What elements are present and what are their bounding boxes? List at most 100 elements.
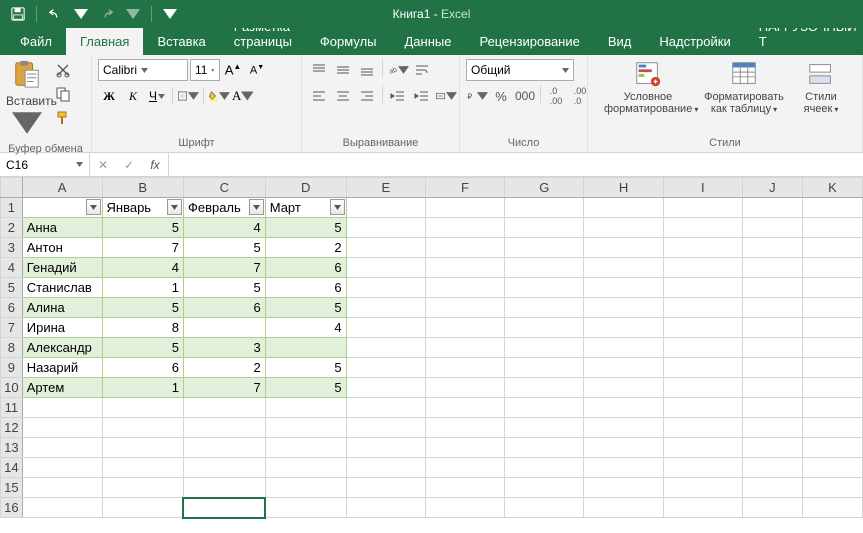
cell-F16[interactable]	[425, 498, 504, 518]
format-as-table-button[interactable]: Форматировать как таблицу▾	[700, 59, 788, 115]
conditional-formatting-button[interactable]: Условное форматирование▾	[604, 59, 692, 115]
col-header-E[interactable]: E	[346, 178, 425, 198]
cell-J4[interactable]	[742, 258, 802, 278]
cell-F15[interactable]	[425, 478, 504, 498]
cell-D3[interactable]: 2	[265, 238, 346, 258]
cell-K4[interactable]	[802, 258, 862, 278]
cell-J1[interactable]	[742, 198, 802, 218]
cell-D15[interactable]	[265, 478, 346, 498]
cell-A7[interactable]: Ирина	[22, 318, 102, 338]
font-name-combo[interactable]: Calibri	[98, 59, 188, 81]
cell-H14[interactable]	[584, 458, 663, 478]
cell-B15[interactable]	[102, 478, 183, 498]
cell-A2[interactable]: Анна	[22, 218, 102, 238]
cell-E12[interactable]	[346, 418, 425, 438]
tab-рецензирование[interactable]: Рецензирование	[465, 28, 593, 55]
cell-C5[interactable]: 5	[183, 278, 265, 298]
font-color-icon[interactable]: A	[232, 85, 254, 107]
cell-E16[interactable]	[346, 498, 425, 518]
cell-H11[interactable]	[584, 398, 663, 418]
cell-I9[interactable]	[663, 358, 742, 378]
cell-C10[interactable]: 7	[183, 378, 265, 398]
cell-C15[interactable]	[183, 478, 265, 498]
row-header-15[interactable]: 15	[1, 478, 23, 498]
cell-F12[interactable]	[425, 418, 504, 438]
cell-H5[interactable]	[584, 278, 663, 298]
cell-I1[interactable]	[663, 198, 742, 218]
cell-B13[interactable]	[102, 438, 183, 458]
cell-D6[interactable]: 5	[265, 298, 346, 318]
cell-J9[interactable]	[742, 358, 802, 378]
formula-bar-input[interactable]	[169, 153, 863, 176]
cell-E3[interactable]	[346, 238, 425, 258]
row-header-8[interactable]: 8	[1, 338, 23, 358]
cell-G10[interactable]	[505, 378, 584, 398]
cell-H15[interactable]	[584, 478, 663, 498]
cell-E14[interactable]	[346, 458, 425, 478]
cell-F14[interactable]	[425, 458, 504, 478]
row-header-1[interactable]: 1	[1, 198, 23, 218]
number-format-combo[interactable]: Общий	[466, 59, 574, 81]
row-header-7[interactable]: 7	[1, 318, 23, 338]
undo-icon[interactable]	[45, 4, 65, 24]
cell-J14[interactable]	[742, 458, 802, 478]
cell-A12[interactable]	[22, 418, 102, 438]
cell-C6[interactable]: 6	[183, 298, 265, 318]
cell-F9[interactable]	[425, 358, 504, 378]
fill-color-icon[interactable]	[208, 85, 230, 107]
decrease-font-icon[interactable]: A▼	[246, 59, 268, 81]
cell-I14[interactable]	[663, 458, 742, 478]
cell-B6[interactable]: 5	[102, 298, 183, 318]
cell-C1[interactable]: Февраль	[183, 198, 265, 218]
cell-I11[interactable]	[663, 398, 742, 418]
cell-K3[interactable]	[802, 238, 862, 258]
border-icon[interactable]	[177, 85, 199, 107]
cell-C4[interactable]: 7	[183, 258, 265, 278]
cell-G5[interactable]	[505, 278, 584, 298]
cell-K14[interactable]	[802, 458, 862, 478]
tab-файл[interactable]: Файл	[6, 28, 66, 55]
cell-H7[interactable]	[584, 318, 663, 338]
cell-E2[interactable]	[346, 218, 425, 238]
cell-I13[interactable]	[663, 438, 742, 458]
wrap-text-icon[interactable]	[411, 59, 433, 81]
cell-H9[interactable]	[584, 358, 663, 378]
cell-K13[interactable]	[802, 438, 862, 458]
cell-A6[interactable]: Алина	[22, 298, 102, 318]
cell-K9[interactable]	[802, 358, 862, 378]
cell-K8[interactable]	[802, 338, 862, 358]
col-header-F[interactable]: F	[425, 178, 504, 198]
cell-D4[interactable]: 6	[265, 258, 346, 278]
cell-B3[interactable]: 7	[102, 238, 183, 258]
cell-A13[interactable]	[22, 438, 102, 458]
align-right-icon[interactable]	[356, 85, 378, 107]
col-header-I[interactable]: I	[663, 178, 742, 198]
col-header-C[interactable]: C	[183, 178, 265, 198]
cell-F13[interactable]	[425, 438, 504, 458]
cell-I2[interactable]	[663, 218, 742, 238]
cell-D11[interactable]	[265, 398, 346, 418]
cell-C7[interactable]	[183, 318, 265, 338]
cell-G1[interactable]	[505, 198, 584, 218]
save-icon[interactable]	[8, 4, 28, 24]
cell-C2[interactable]: 4	[183, 218, 265, 238]
row-header-2[interactable]: 2	[1, 218, 23, 238]
tab-данные[interactable]: Данные	[391, 28, 466, 55]
cell-J5[interactable]	[742, 278, 802, 298]
cell-B5[interactable]: 1	[102, 278, 183, 298]
cell-J15[interactable]	[742, 478, 802, 498]
cell-C14[interactable]	[183, 458, 265, 478]
increase-indent-icon[interactable]	[411, 85, 433, 107]
cell-K7[interactable]	[802, 318, 862, 338]
cell-G14[interactable]	[505, 458, 584, 478]
cell-G2[interactable]	[505, 218, 584, 238]
align-center-icon[interactable]	[332, 85, 354, 107]
cell-E7[interactable]	[346, 318, 425, 338]
cell-G13[interactable]	[505, 438, 584, 458]
cell-H2[interactable]	[584, 218, 663, 238]
copy-icon[interactable]	[52, 83, 74, 105]
cell-G7[interactable]	[505, 318, 584, 338]
cell-I4[interactable]	[663, 258, 742, 278]
cell-H8[interactable]	[584, 338, 663, 358]
cell-D13[interactable]	[265, 438, 346, 458]
